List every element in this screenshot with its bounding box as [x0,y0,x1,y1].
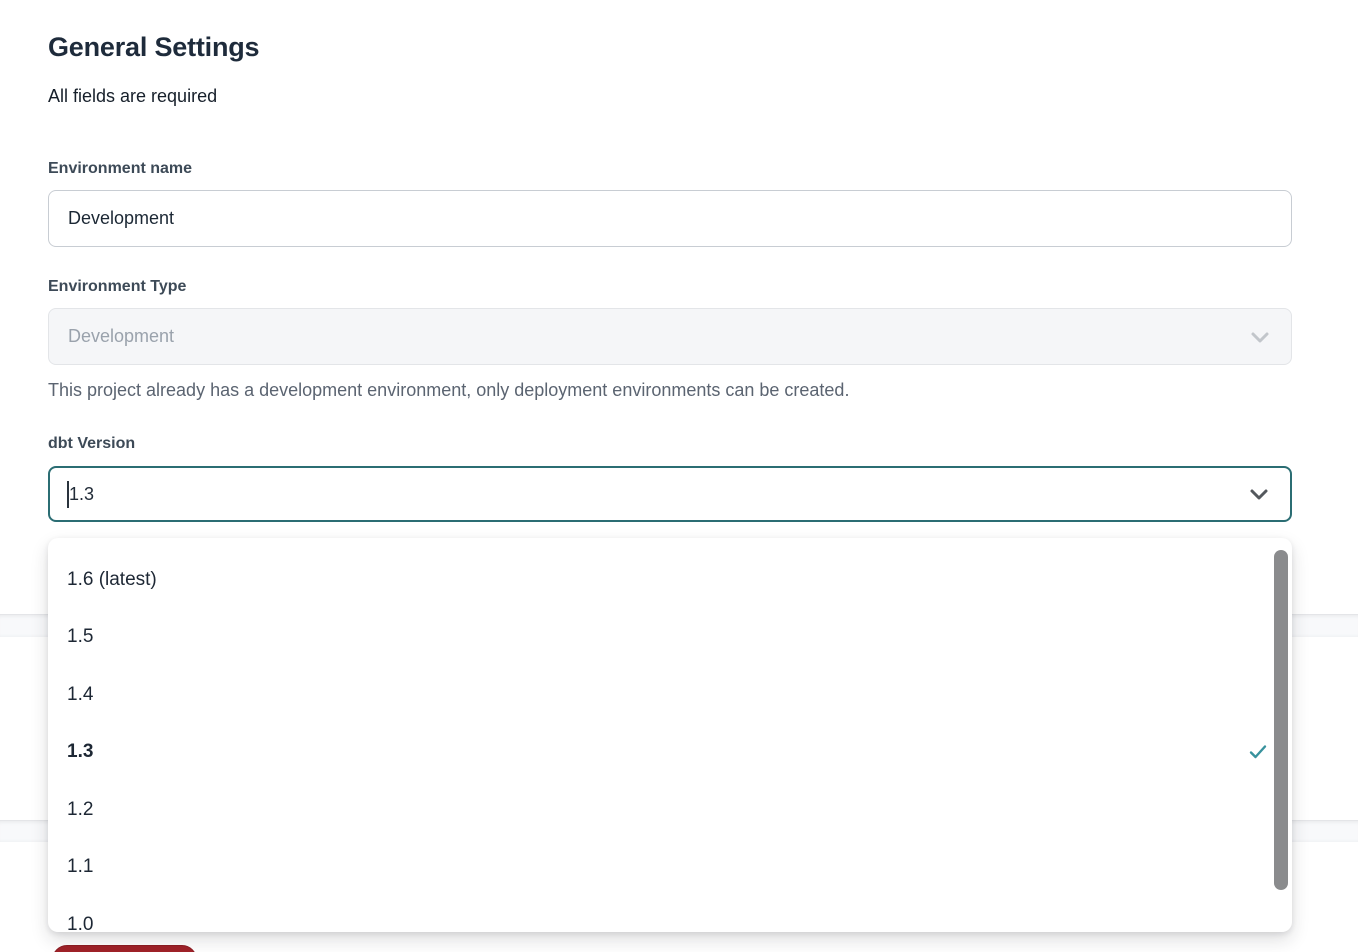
environment-name-label: Environment name [48,159,192,179]
dropdown-option[interactable]: 1.0 [48,896,1292,932]
environment-name-input[interactable] [48,190,1292,247]
chevron-down-icon [1247,324,1273,350]
dropdown-option[interactable]: 1.4 [48,666,1292,724]
option-label: 1.1 [67,856,93,878]
environment-type-label: Environment Type [48,277,186,297]
dbt-version-dropdown: 1.6 (latest) 1.5 1.4 1.3 1.2 1.1 1.0 [48,538,1292,932]
page-subtitle: All fields are required [48,84,217,109]
option-label: 1.5 [67,626,93,648]
dropdown-option[interactable]: 1.2 [48,781,1292,839]
dropdown-option-selected[interactable]: 1.3 [48,724,1292,782]
delete-environment-button[interactable] [52,945,197,952]
dbt-version-value: 1.3 [69,484,94,505]
option-label: 1.0 [67,914,93,932]
dbt-version-label: dbt Version [48,434,135,454]
environment-type-helper: This project already has a development e… [48,378,849,403]
dropdown-option[interactable]: 1.6 (latest) [48,551,1292,609]
dropdown-option[interactable]: 1.5 [48,609,1292,667]
option-label: 1.6 (latest) [67,569,157,591]
chevron-down-icon[interactable] [1246,481,1272,507]
dropdown-scrollbar[interactable] [1274,550,1288,890]
dropdown-option[interactable]: 1.1 [48,839,1292,897]
option-label: 1.3 [67,741,93,763]
option-label: 1.2 [67,799,93,821]
dbt-version-combobox[interactable]: 1.3 [48,466,1292,522]
page-title: General Settings [48,30,259,64]
environment-type-value: Development [68,326,174,347]
check-icon [1248,742,1268,762]
option-label: 1.4 [67,684,93,706]
settings-page: General Settings All fields are required… [0,0,1358,952]
environment-type-select: Development [48,308,1292,365]
text-cursor [67,481,69,508]
